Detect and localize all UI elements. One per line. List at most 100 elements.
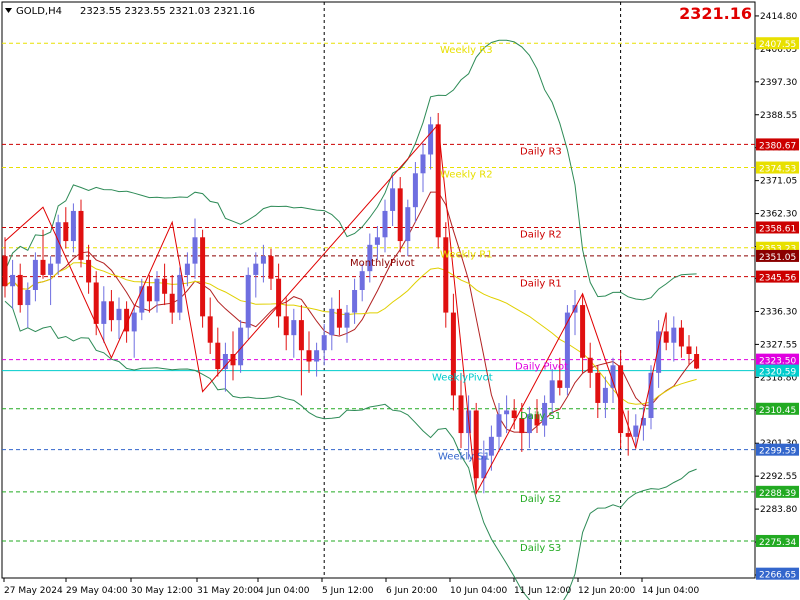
candle-body [55, 222, 61, 264]
candle-body [336, 308, 342, 328]
candle-body [25, 290, 31, 306]
candle-body [131, 312, 137, 332]
level-price-label: 2358.61 [759, 224, 796, 234]
candle-body [504, 410, 510, 415]
candle[interactable] [397, 177, 403, 253]
candle-body [215, 342, 221, 370]
candle-body [101, 301, 107, 324]
level-name: Daily R3 [520, 146, 562, 157]
price-chart[interactable]: 27 May 2024 29 May 04:00 30 May 12:00 31 Ma… [0, 0, 800, 600]
level-price-label: 2275.34 [759, 538, 796, 548]
candle-body [374, 237, 380, 245]
candle-body [93, 282, 99, 324]
level-name: Daily Pivot [515, 362, 568, 373]
y-tick-label: 2336.30 [760, 307, 797, 317]
level-name: Weekly R1 [440, 250, 493, 261]
candle-body [146, 286, 152, 302]
candle-body [390, 188, 396, 211]
candle-body [443, 237, 449, 313]
x-tick-label: 12 Jun 20:00 [578, 586, 635, 596]
price-axis[interactable]: 2414.802406.052397.302388.552379.802371.… [755, 0, 800, 600]
y-tick-label: 2414.80 [760, 12, 797, 22]
x-tick-label: 6 Jun 20:00 [386, 586, 438, 596]
candle-body [496, 414, 502, 437]
x-tick-label: 30 May 12:00 [131, 586, 193, 596]
candle-body [222, 354, 228, 370]
candle-body [602, 387, 608, 403]
candle-body [116, 308, 122, 321]
candle-body [260, 256, 266, 264]
level-name: Daily S2 [520, 494, 561, 505]
candle-body [207, 316, 213, 343]
candle-body [253, 263, 259, 275]
candle-body [549, 380, 555, 403]
candle-body [678, 327, 684, 347]
level-price-label: 2310.45 [759, 406, 796, 416]
x-tick-label: 4 Jun 04:00 [258, 586, 310, 596]
level-price-label: 2299.59 [759, 447, 796, 457]
candle-body [428, 124, 434, 155]
candle-body [108, 301, 114, 321]
candle-body [564, 312, 570, 388]
candle-body [625, 433, 631, 437]
x-tick-label: 29 May 04:00 [66, 586, 128, 596]
level-price-label: 2320.59 [759, 368, 796, 378]
x-tick-label: 31 May 20:00 [197, 586, 259, 596]
candle-body [473, 410, 479, 479]
x-tick-label: 10 Jun 04:00 [450, 586, 507, 596]
candle-body [298, 320, 304, 351]
level-name: Weekly R3 [440, 45, 493, 56]
candle-body [78, 210, 84, 260]
candle-body [412, 173, 418, 208]
candle-body [154, 278, 160, 302]
candle-body [359, 271, 365, 290]
x-tick-label: 14 Jun 04:00 [642, 586, 699, 596]
candle-body [10, 274, 16, 287]
x-tick-label: 11 Jun 12:00 [514, 586, 571, 596]
candle-body [306, 350, 312, 362]
candle-body [70, 210, 76, 242]
candle[interactable] [200, 229, 206, 328]
candle-body [2, 256, 8, 287]
candle-body [352, 290, 358, 313]
candle-body [329, 308, 335, 336]
y-tick-label: 2362.30 [760, 210, 797, 220]
candle-body [200, 237, 206, 317]
current-price: 2321.16 [679, 4, 752, 23]
chart-background [0, 0, 800, 600]
level-name: Daily S1 [520, 411, 561, 422]
candle-body [63, 222, 69, 242]
candle[interactable] [435, 113, 441, 249]
candle-body [321, 335, 327, 351]
y-tick-label: 2371.05 [760, 177, 797, 187]
candle-body [694, 354, 700, 369]
candle[interactable] [443, 222, 449, 328]
candle-body [671, 327, 677, 343]
candle-body [633, 425, 639, 437]
symbol-label: GOLD,H4 [16, 6, 62, 17]
level-price-label: 2288.39 [759, 489, 796, 499]
candle-body [587, 357, 593, 373]
level-name: Daily S3 [520, 543, 561, 554]
level-name: Daily R2 [520, 229, 562, 240]
y-tick-label: 2283.80 [760, 505, 797, 515]
candle-body [382, 210, 388, 238]
candle-body [397, 188, 403, 242]
level-price-label: 2374.53 [759, 165, 796, 175]
candle-body [268, 256, 274, 279]
level-name: Weekly S1 [438, 452, 490, 463]
level-name: Weekly R2 [440, 170, 493, 181]
candle-body [40, 259, 46, 275]
candle-body [344, 312, 350, 328]
y-tick-label: 2388.55 [760, 111, 797, 121]
level-name: WeeklyPivot [432, 373, 493, 384]
level-name: Daily R1 [520, 279, 562, 290]
candle-body [291, 320, 297, 336]
candle-body [283, 316, 289, 336]
candle-body [32, 259, 38, 290]
candle-body [580, 305, 586, 358]
candle-body [177, 274, 183, 313]
x-tick-label: 27 May 2024 [4, 586, 63, 596]
candle-body [192, 237, 198, 264]
level-price-label: 2351.05 [759, 253, 796, 263]
